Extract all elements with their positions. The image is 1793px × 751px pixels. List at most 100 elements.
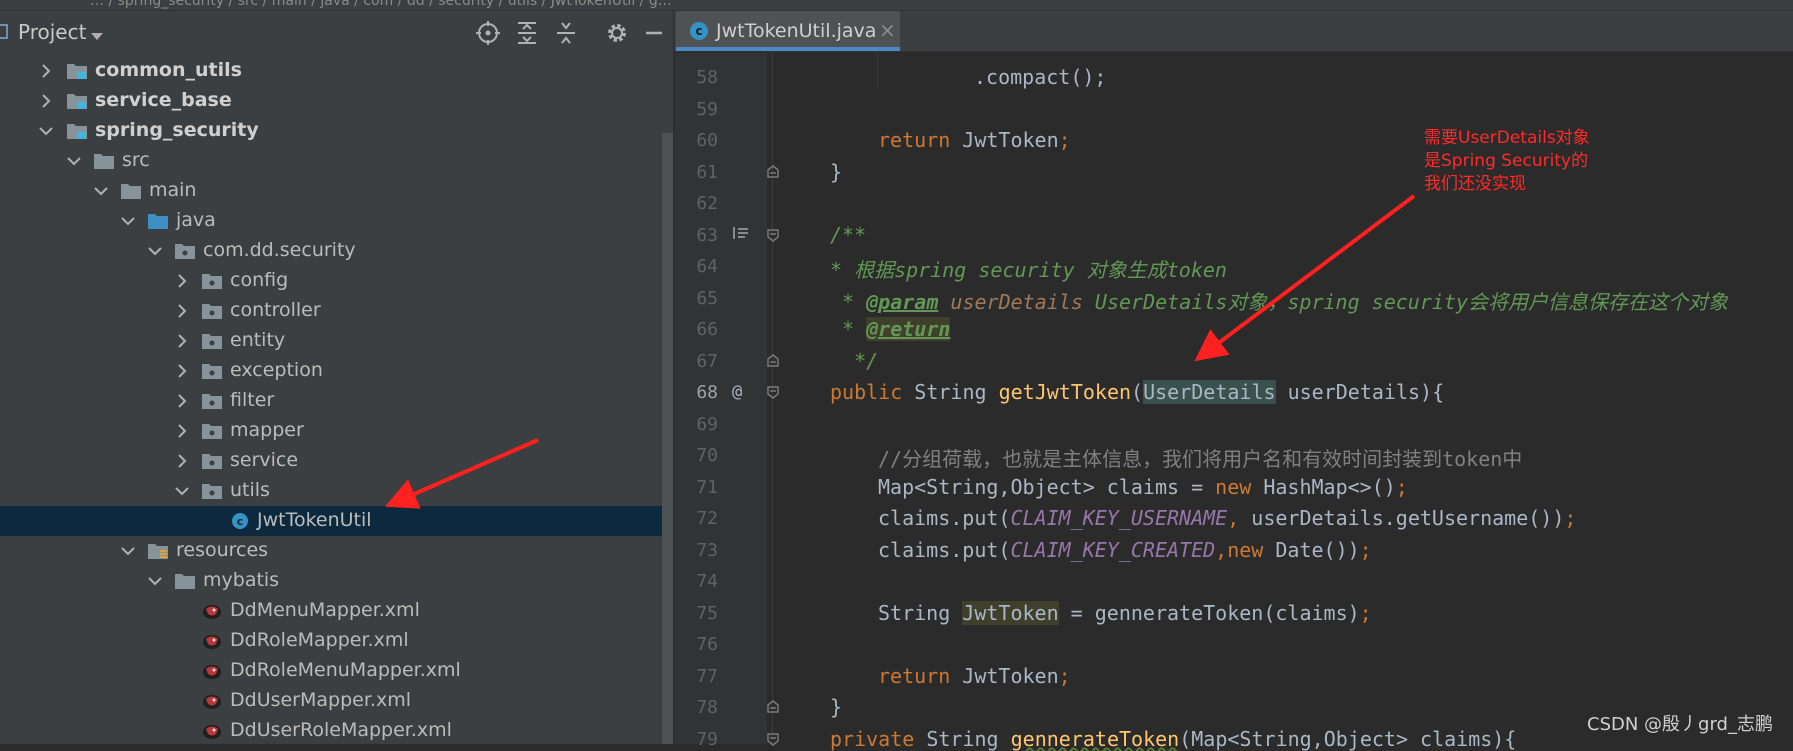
override-marker-icon[interactable]: @ (732, 382, 742, 402)
code-line-77[interactable]: return JwtToken; (878, 664, 1071, 688)
tree-item-service[interactable]: service (0, 446, 662, 476)
line-number: 76 (696, 634, 718, 655)
keyword: public (830, 380, 903, 404)
mybatis-xml-icon (203, 695, 221, 709)
close-icon[interactable]: × (879, 18, 896, 42)
line-number: 71 (696, 477, 718, 498)
fold-end-icon[interactable] (766, 700, 780, 714)
project-toolbar: Project (0, 11, 673, 53)
fold-start-icon[interactable] (766, 385, 780, 399)
code-line-61[interactable]: } (830, 160, 842, 184)
semicolon: ; (1564, 506, 1577, 530)
chevron-right-icon[interactable] (174, 273, 190, 289)
package-icon (202, 274, 222, 289)
breadcrumb[interactable]: … / spring_security / src / main / java … (90, 0, 672, 9)
tree-item-com-dd-security[interactable]: com.dd.security (0, 236, 662, 266)
line-number: 69 (696, 414, 718, 435)
expand-all-icon[interactable] (514, 20, 540, 46)
project-scrollbar-thumb[interactable] (662, 133, 673, 744)
tree-item-label: mybatis (203, 569, 280, 591)
tree-item-ddmenumapper-xml[interactable]: DdMenuMapper.xml (0, 596, 662, 626)
java-class-icon: c (232, 513, 248, 529)
chevron-down-icon[interactable] (120, 543, 136, 559)
tree-item-ddrolemenumapper-xml[interactable]: DdRoleMenuMapper.xml (0, 656, 662, 686)
chevron-down-icon[interactable] (120, 213, 136, 229)
fold-end-icon[interactable] (766, 165, 780, 179)
code-line-75[interactable]: String JwtToken = gennerateToken(claims)… (878, 601, 1372, 625)
chevron-down-icon[interactable] (147, 573, 163, 589)
gear-icon[interactable] (604, 20, 630, 46)
comma: , (1215, 538, 1228, 562)
code-line-70[interactable]: //分组荷载，也就是主体信息，我们将用户名和有效时间封装到token中 (878, 443, 1522, 472)
tree-item-java[interactable]: java (0, 206, 662, 236)
project-title[interactable]: Project (18, 20, 86, 44)
chevron-down-icon[interactable] (91, 33, 103, 40)
tab-jwttokenutil[interactable]: c JwtTokenUtil.java × (676, 11, 900, 51)
tree-item-service-base[interactable]: service_base (0, 86, 662, 116)
render-doc-icon[interactable] (732, 226, 750, 240)
tree-item-jwttokenutil[interactable]: c JwtTokenUtil (0, 506, 662, 536)
chevron-down-icon[interactable] (147, 243, 163, 259)
code-line-73[interactable]: claims.put(CLAIM_KEY_CREATED,new Date())… (878, 538, 1372, 562)
chevron-down-icon[interactable] (174, 483, 190, 499)
tree-item-mybatis[interactable]: mybatis (0, 566, 662, 596)
tree-item-utils[interactable]: utils (0, 476, 662, 506)
package-icon (202, 454, 222, 469)
mybatis-xml-icon (203, 605, 221, 619)
doc-param: userDetails (950, 290, 1083, 314)
line-number: 70 (696, 445, 718, 466)
tree-item-config[interactable]: config (0, 266, 662, 296)
chevron-right-icon[interactable] (174, 453, 190, 469)
tree-item-filter[interactable]: filter (0, 386, 662, 416)
svg-text:c: c (237, 515, 244, 528)
tree-item-common-utils[interactable]: common_utils (0, 56, 662, 86)
chevron-down-icon[interactable] (93, 183, 109, 199)
chevron-down-icon[interactable] (38, 123, 54, 139)
code-line-78[interactable]: } (830, 695, 842, 719)
code-line-68[interactable]: public String getJwtToken(UserDetails us… (830, 380, 1444, 404)
doc-tag: @param (866, 290, 939, 314)
code-line-63[interactable]: /** (830, 223, 866, 247)
chevron-right-icon[interactable] (174, 333, 190, 349)
annotation-line: 需要UserDetails对象 (1424, 128, 1590, 148)
keyword: return (878, 128, 951, 152)
chevron-right-icon[interactable] (174, 423, 190, 439)
fold-start-icon[interactable] (766, 228, 780, 242)
comma: , (1227, 506, 1240, 530)
tree-item-resources[interactable]: resources (0, 536, 662, 566)
code-line-65[interactable]: * @param userDetails UserDetails对象，sprin… (830, 286, 1728, 315)
chevron-right-icon[interactable] (174, 303, 190, 319)
tree-item-spring-security[interactable]: spring_security (0, 116, 662, 146)
tree-item-mapper[interactable]: mapper (0, 416, 662, 446)
line-number: 63 (696, 225, 718, 246)
chevron-right-icon[interactable] (174, 363, 190, 379)
tree-item-dduserrolemapper-xml[interactable]: DdUserRoleMapper.xml (0, 716, 662, 746)
code-line-71[interactable]: Map<String,Object> claims = new HashMap<… (878, 475, 1408, 499)
code-line-64[interactable]: * 根据spring security 对象生成token (830, 254, 1227, 283)
tree-item-exception[interactable]: exception (0, 356, 662, 386)
tree-item-src[interactable]: src (0, 146, 662, 176)
line-number: 73 (696, 540, 718, 561)
tree-item-controller[interactable]: controller (0, 296, 662, 326)
fold-end-icon[interactable] (766, 354, 780, 368)
tab-label: JwtTokenUtil.java (716, 20, 877, 42)
chevron-down-icon[interactable] (66, 153, 82, 169)
tree-item-label: JwtTokenUtil (257, 509, 372, 531)
chevron-right-icon[interactable] (38, 63, 54, 79)
tree-item-main[interactable]: main (0, 176, 662, 206)
tree-item-ddrolemapper-xml[interactable]: DdRoleMapper.xml (0, 626, 662, 656)
tree-item-entity[interactable]: entity (0, 326, 662, 356)
code-line-72[interactable]: claims.put(CLAIM_KEY_USERNAME, userDetai… (878, 506, 1576, 530)
locate-icon[interactable] (475, 20, 501, 46)
code-line-58[interactable]: .compact(); (974, 65, 1106, 89)
source-folder-icon (148, 214, 168, 229)
code-line-60[interactable]: return JwtToken; (878, 128, 1071, 152)
chevron-right-icon[interactable] (38, 93, 54, 109)
collapse-all-icon[interactable] (553, 20, 579, 46)
code-line-79[interactable]: private String gennerateToken(Map<String… (830, 727, 1516, 751)
chevron-right-icon[interactable] (174, 393, 190, 409)
code-line-66[interactable]: * @return (830, 317, 951, 341)
code-line-67[interactable]: */ (830, 349, 878, 373)
annotation-note: 需要UserDetails对象 是Spring Security的 我们还没实现 (1424, 127, 1590, 196)
tree-item-ddusermapper-xml[interactable]: DdUserMapper.xml (0, 686, 662, 716)
